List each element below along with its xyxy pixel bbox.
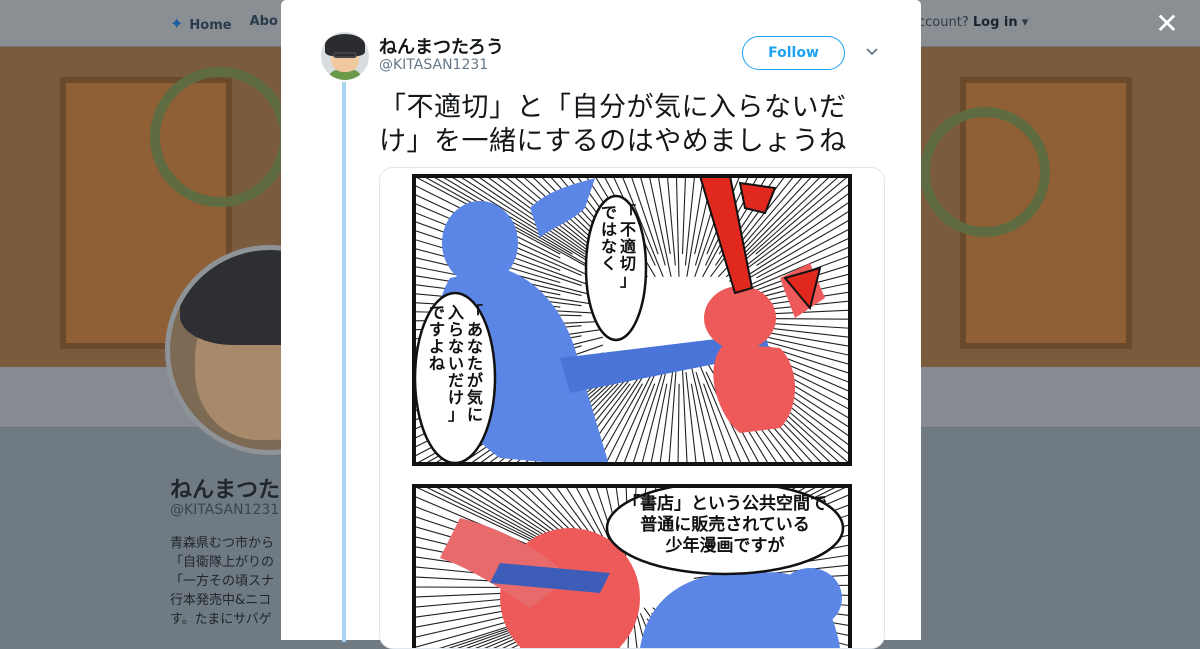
comic-bubble-text: 少年漫画ですが (665, 535, 785, 556)
twitter-bird-icon: ✦ (170, 14, 184, 33)
follow-button[interactable]: Follow (742, 36, 845, 70)
comic-bubble-text: 普通に販売されている (640, 514, 810, 535)
account-area: ccount? Log in ▾ (918, 15, 1029, 30)
comic-bubble-text: 」 (448, 405, 464, 424)
comic-panel-1: 「あなたが気に入らないだけ」ですよね 「不適切」ではなく (414, 176, 850, 464)
profile-handle: @KITASAN1231 (170, 502, 280, 518)
comic-bubble-text: く (601, 254, 617, 273)
author-name[interactable]: ねんまつたろう (379, 33, 504, 59)
chevron-down-icon[interactable] (864, 44, 880, 60)
comic-bubble-text: ね (429, 354, 445, 373)
comic-bubble-text: 「書店」という公共空間で (623, 493, 827, 514)
author-avatar[interactable] (321, 32, 369, 80)
profile-bio: 青森県むつ市から 「自衛隊上がりの 「一方その頃スナ 行本発売中&ニコ す。たま… (170, 536, 275, 627)
comic-bubble-text: 」 (620, 271, 636, 290)
home-link[interactable]: ✦ Home (170, 14, 232, 33)
close-icon[interactable]: ✕ (1153, 10, 1181, 38)
comic-bubble-text: に (467, 405, 483, 424)
thread-line (342, 82, 346, 642)
tweet-text: 「不適切」と「自分が気に入らないだ け」を一緒にするのはやめましょうね (379, 92, 847, 157)
author-handle[interactable]: @KITASAN1231 (379, 57, 488, 73)
profile-name: ねんまつた (170, 478, 281, 503)
comic-panel-2: 「書店」という公共空間で普通に販売されている少年漫画ですが (414, 486, 850, 648)
tweet-modal: ねんまつたろう @KITASAN1231 Follow 「不適切」と「自分が気に… (281, 0, 921, 649)
login-link[interactable]: Log in (973, 15, 1018, 30)
banner-decoration (150, 67, 290, 207)
caret-down-icon: ▾ (1017, 15, 1029, 30)
background-nav: ✦ Home Abo (170, 14, 278, 33)
tweet-image[interactable]: 「あなたが気に入らないだけ」ですよね 「不適切」ではなく 「書店」という公共空間… (379, 167, 885, 649)
comic-image: 「あなたが気に入らないだけ」ですよね 「不適切」ではなく 「書店」という公共空間… (412, 174, 852, 648)
about-link[interactable]: Abo (250, 14, 278, 33)
banner-decoration (920, 107, 1050, 237)
